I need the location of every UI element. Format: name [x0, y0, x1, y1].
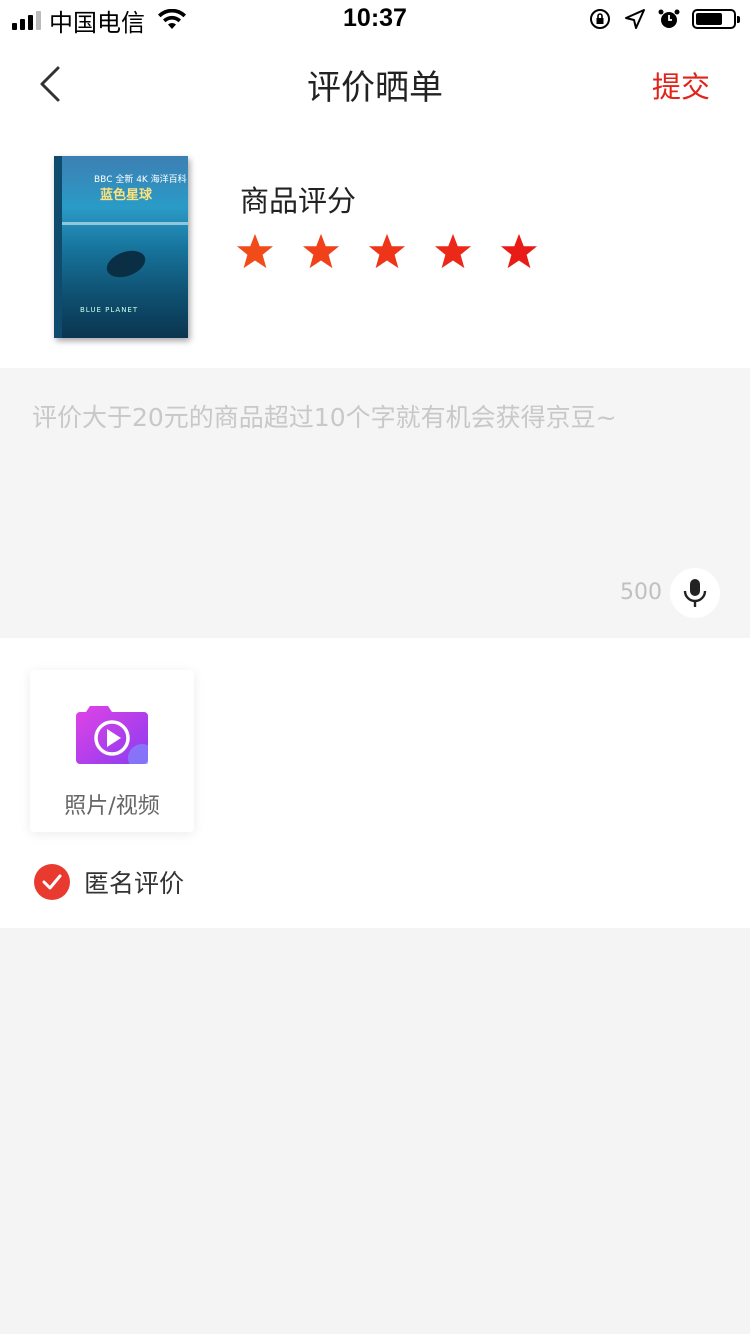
star-icon-4[interactable]	[434, 232, 472, 270]
camera-video-icon	[76, 706, 148, 764]
checkbox-checked-icon[interactable]	[34, 864, 70, 900]
rotation-lock-icon	[590, 9, 610, 29]
comment-placeholder: 评价大于20元的商品超过10个字就有机会获得京豆~	[32, 403, 617, 432]
voice-input-button[interactable]	[670, 568, 720, 618]
cover-text-bottom: BLUE PLANET	[80, 306, 139, 314]
page-title: 评价晒单	[307, 68, 443, 108]
anonymous-toggle[interactable]: 匿名评价	[34, 864, 184, 900]
product-section: BBC 全新 4K 海洋百科 蓝色星球 BLUE PLANET 商品评分	[0, 128, 750, 368]
status-bar: 中国电信 10:37	[0, 0, 750, 40]
anonymous-label: 匿名评价	[84, 869, 185, 898]
microphone-icon	[683, 579, 707, 607]
rating-stars	[236, 232, 538, 270]
star-icon-1[interactable]	[236, 232, 274, 270]
location-icon	[625, 9, 645, 29]
star-icon-2[interactable]	[302, 232, 340, 270]
char-limit: 500	[620, 580, 662, 605]
star-icon-3[interactable]	[368, 232, 406, 270]
nav-bar: 评价晒单 提交	[0, 40, 750, 128]
product-image[interactable]: BBC 全新 4K 海洋百科 蓝色星球 BLUE PLANET	[54, 156, 188, 338]
battery-icon	[692, 9, 740, 29]
upload-photo-video-button[interactable]: 照片/视频	[30, 670, 194, 832]
rating-label: 商品评分	[240, 184, 357, 218]
cover-title: 蓝色星球	[100, 188, 153, 203]
star-icon-5[interactable]	[500, 232, 538, 270]
submit-button[interactable]: 提交	[652, 64, 710, 106]
media-section: 照片/视频 匿名评价	[0, 638, 750, 928]
alarm-icon	[658, 9, 680, 28]
upload-label: 照片/视频	[64, 794, 160, 819]
comment-input[interactable]: 评价大于20元的商品超过10个字就有机会获得京豆~ 500	[0, 368, 750, 638]
status-right	[588, 7, 740, 31]
